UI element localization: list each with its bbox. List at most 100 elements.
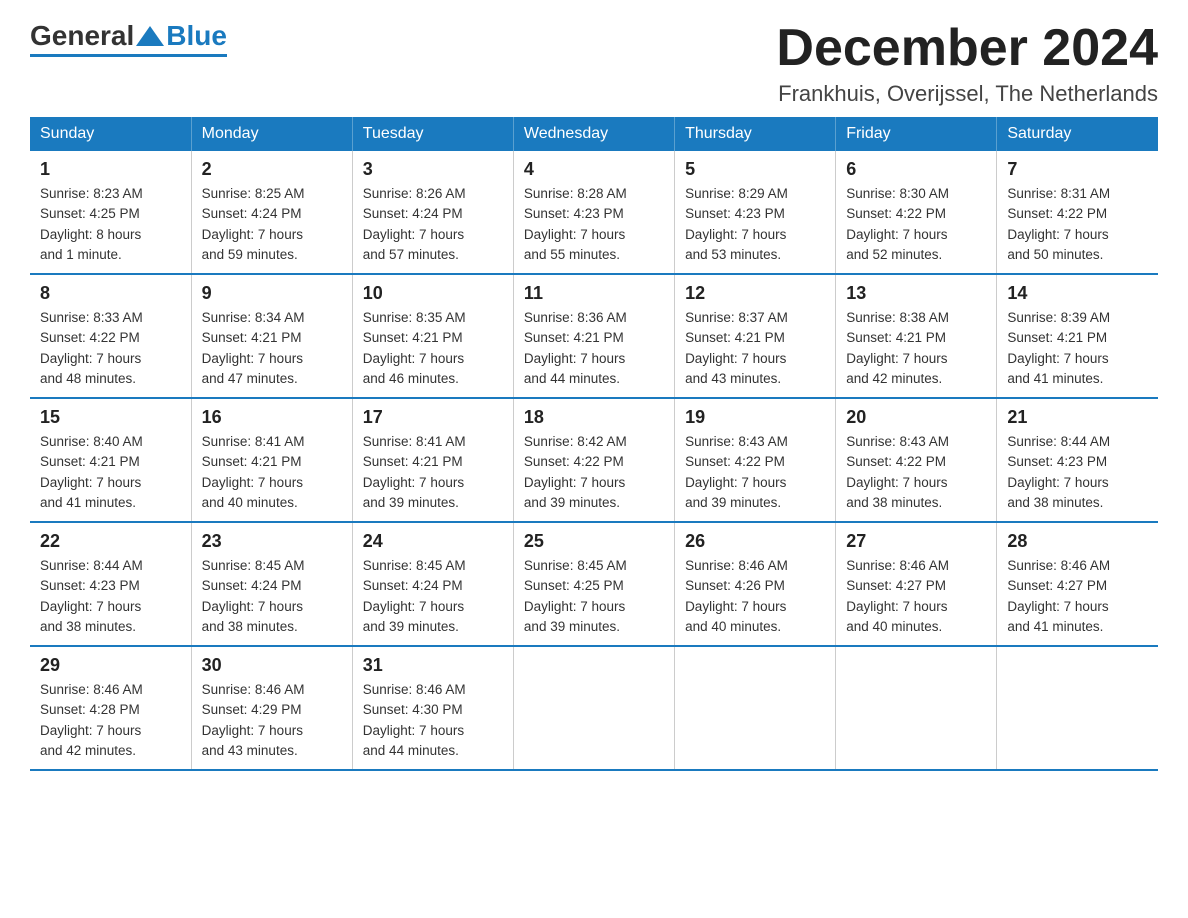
day-number: 17: [363, 407, 503, 428]
calendar-cell: [675, 646, 836, 770]
day-number: 28: [1007, 531, 1148, 552]
calendar-cell: 7 Sunrise: 8:31 AMSunset: 4:22 PMDayligh…: [997, 151, 1158, 274]
day-number: 10: [363, 283, 503, 304]
calendar-cell: 21 Sunrise: 8:44 AMSunset: 4:23 PMDaylig…: [997, 398, 1158, 522]
day-number: 20: [846, 407, 986, 428]
day-info: Sunrise: 8:37 AMSunset: 4:21 PMDaylight:…: [685, 308, 825, 389]
day-info: Sunrise: 8:28 AMSunset: 4:23 PMDaylight:…: [524, 184, 664, 265]
calendar-table: Sunday Monday Tuesday Wednesday Thursday…: [30, 117, 1158, 771]
day-info: Sunrise: 8:46 AMSunset: 4:29 PMDaylight:…: [202, 680, 342, 761]
calendar-cell: 15 Sunrise: 8:40 AMSunset: 4:21 PMDaylig…: [30, 398, 191, 522]
day-info: Sunrise: 8:44 AMSunset: 4:23 PMDaylight:…: [1007, 432, 1148, 513]
day-info: Sunrise: 8:43 AMSunset: 4:22 PMDaylight:…: [846, 432, 986, 513]
day-info: Sunrise: 8:46 AMSunset: 4:28 PMDaylight:…: [40, 680, 181, 761]
day-number: 13: [846, 283, 986, 304]
day-number: 27: [846, 531, 986, 552]
calendar-cell: 11 Sunrise: 8:36 AMSunset: 4:21 PMDaylig…: [513, 274, 674, 398]
day-number: 24: [363, 531, 503, 552]
day-number: 25: [524, 531, 664, 552]
day-number: 19: [685, 407, 825, 428]
calendar-cell: 9 Sunrise: 8:34 AMSunset: 4:21 PMDayligh…: [191, 274, 352, 398]
header-saturday: Saturday: [997, 117, 1158, 151]
day-info: Sunrise: 8:46 AMSunset: 4:27 PMDaylight:…: [1007, 556, 1148, 637]
calendar-cell: 28 Sunrise: 8:46 AMSunset: 4:27 PMDaylig…: [997, 522, 1158, 646]
calendar-cell: 25 Sunrise: 8:45 AMSunset: 4:25 PMDaylig…: [513, 522, 674, 646]
calendar-cell: 10 Sunrise: 8:35 AMSunset: 4:21 PMDaylig…: [352, 274, 513, 398]
logo-general-text: General: [30, 20, 134, 52]
logo: General Blue: [30, 20, 227, 57]
day-number: 31: [363, 655, 503, 676]
calendar-header: Sunday Monday Tuesday Wednesday Thursday…: [30, 117, 1158, 151]
day-info: Sunrise: 8:41 AMSunset: 4:21 PMDaylight:…: [202, 432, 342, 513]
day-info: Sunrise: 8:29 AMSunset: 4:23 PMDaylight:…: [685, 184, 825, 265]
day-number: 26: [685, 531, 825, 552]
day-info: Sunrise: 8:46 AMSunset: 4:30 PMDaylight:…: [363, 680, 503, 761]
calendar-cell: 14 Sunrise: 8:39 AMSunset: 4:21 PMDaylig…: [997, 274, 1158, 398]
day-info: Sunrise: 8:45 AMSunset: 4:24 PMDaylight:…: [202, 556, 342, 637]
calendar-cell: 24 Sunrise: 8:45 AMSunset: 4:24 PMDaylig…: [352, 522, 513, 646]
calendar-cell: 1 Sunrise: 8:23 AMSunset: 4:25 PMDayligh…: [30, 151, 191, 274]
calendar-week-row: 1 Sunrise: 8:23 AMSunset: 4:25 PMDayligh…: [30, 151, 1158, 274]
header-sunday: Sunday: [30, 117, 191, 151]
calendar-cell: 12 Sunrise: 8:37 AMSunset: 4:21 PMDaylig…: [675, 274, 836, 398]
header-wednesday: Wednesday: [513, 117, 674, 151]
calendar-cell: 6 Sunrise: 8:30 AMSunset: 4:22 PMDayligh…: [836, 151, 997, 274]
day-number: 14: [1007, 283, 1148, 304]
calendar-cell: 23 Sunrise: 8:45 AMSunset: 4:24 PMDaylig…: [191, 522, 352, 646]
month-title: December 2024: [776, 20, 1158, 77]
calendar-cell: 18 Sunrise: 8:42 AMSunset: 4:22 PMDaylig…: [513, 398, 674, 522]
calendar-cell: [997, 646, 1158, 770]
day-info: Sunrise: 8:42 AMSunset: 4:22 PMDaylight:…: [524, 432, 664, 513]
calendar-cell: 4 Sunrise: 8:28 AMSunset: 4:23 PMDayligh…: [513, 151, 674, 274]
location-subtitle: Frankhuis, Overijssel, The Netherlands: [776, 81, 1158, 107]
day-info: Sunrise: 8:40 AMSunset: 4:21 PMDaylight:…: [40, 432, 181, 513]
day-info: Sunrise: 8:23 AMSunset: 4:25 PMDaylight:…: [40, 184, 181, 265]
day-number: 3: [363, 159, 503, 180]
calendar-week-row: 8 Sunrise: 8:33 AMSunset: 4:22 PMDayligh…: [30, 274, 1158, 398]
calendar-cell: 20 Sunrise: 8:43 AMSunset: 4:22 PMDaylig…: [836, 398, 997, 522]
day-number: 4: [524, 159, 664, 180]
day-number: 23: [202, 531, 342, 552]
day-number: 6: [846, 159, 986, 180]
calendar-cell: 26 Sunrise: 8:46 AMSunset: 4:26 PMDaylig…: [675, 522, 836, 646]
day-info: Sunrise: 8:45 AMSunset: 4:24 PMDaylight:…: [363, 556, 503, 637]
day-info: Sunrise: 8:34 AMSunset: 4:21 PMDaylight:…: [202, 308, 342, 389]
day-number: 22: [40, 531, 181, 552]
day-info: Sunrise: 8:36 AMSunset: 4:21 PMDaylight:…: [524, 308, 664, 389]
day-info: Sunrise: 8:41 AMSunset: 4:21 PMDaylight:…: [363, 432, 503, 513]
header-friday: Friday: [836, 117, 997, 151]
day-number: 12: [685, 283, 825, 304]
day-info: Sunrise: 8:31 AMSunset: 4:22 PMDaylight:…: [1007, 184, 1148, 265]
day-number: 29: [40, 655, 181, 676]
calendar-body: 1 Sunrise: 8:23 AMSunset: 4:25 PMDayligh…: [30, 151, 1158, 770]
day-info: Sunrise: 8:30 AMSunset: 4:22 PMDaylight:…: [846, 184, 986, 265]
day-info: Sunrise: 8:46 AMSunset: 4:27 PMDaylight:…: [846, 556, 986, 637]
day-info: Sunrise: 8:39 AMSunset: 4:21 PMDaylight:…: [1007, 308, 1148, 389]
header-monday: Monday: [191, 117, 352, 151]
calendar-cell: 13 Sunrise: 8:38 AMSunset: 4:21 PMDaylig…: [836, 274, 997, 398]
title-section: December 2024 Frankhuis, Overijssel, The…: [776, 20, 1158, 107]
calendar-cell: [836, 646, 997, 770]
calendar-cell: 29 Sunrise: 8:46 AMSunset: 4:28 PMDaylig…: [30, 646, 191, 770]
header-thursday: Thursday: [675, 117, 836, 151]
day-number: 8: [40, 283, 181, 304]
calendar-cell: 22 Sunrise: 8:44 AMSunset: 4:23 PMDaylig…: [30, 522, 191, 646]
logo-underline: [30, 54, 227, 57]
day-number: 11: [524, 283, 664, 304]
day-number: 18: [524, 407, 664, 428]
day-info: Sunrise: 8:33 AMSunset: 4:22 PMDaylight:…: [40, 308, 181, 389]
calendar-cell: 8 Sunrise: 8:33 AMSunset: 4:22 PMDayligh…: [30, 274, 191, 398]
day-info: Sunrise: 8:26 AMSunset: 4:24 PMDaylight:…: [363, 184, 503, 265]
logo-blue-text: Blue: [166, 20, 227, 52]
header-tuesday: Tuesday: [352, 117, 513, 151]
header-row: Sunday Monday Tuesday Wednesday Thursday…: [30, 117, 1158, 151]
calendar-cell: [513, 646, 674, 770]
page-header: General Blue December 2024 Frankhuis, Ov…: [30, 20, 1158, 107]
logo-triangle-icon: [136, 26, 164, 46]
calendar-week-row: 29 Sunrise: 8:46 AMSunset: 4:28 PMDaylig…: [30, 646, 1158, 770]
calendar-cell: 27 Sunrise: 8:46 AMSunset: 4:27 PMDaylig…: [836, 522, 997, 646]
calendar-cell: 17 Sunrise: 8:41 AMSunset: 4:21 PMDaylig…: [352, 398, 513, 522]
day-number: 16: [202, 407, 342, 428]
day-number: 9: [202, 283, 342, 304]
day-number: 30: [202, 655, 342, 676]
